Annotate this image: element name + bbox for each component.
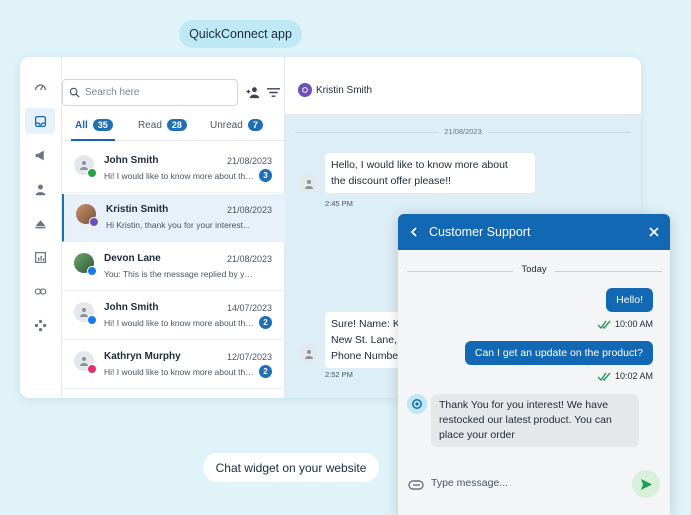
search-box [62, 79, 238, 106]
double-check-icon [597, 320, 611, 329]
message-status: 10:02 AM [597, 371, 653, 381]
instagram-icon [87, 364, 97, 374]
whatsapp-icon [87, 168, 97, 178]
message-line: the discount offer please!! [331, 175, 452, 187]
message-time: 10:02 AM [614, 371, 653, 381]
conversation-row[interactable]: John Smith 21/08/2023 Hi! I would like t… [62, 145, 285, 193]
bot-avatar [407, 394, 427, 414]
tab-label: Read [138, 119, 162, 131]
message-snippet: You: This is the message replied by your… [104, 269, 254, 279]
avatar [74, 253, 97, 276]
filter-icon[interactable] [264, 84, 282, 100]
person-icon [304, 349, 313, 359]
megaphone-icon[interactable] [25, 142, 55, 168]
tab-count: 28 [166, 119, 187, 131]
message-snippet: Hi! I would like to know more about the … [104, 367, 254, 377]
conversation-row[interactable]: Kristin Smith 21/08/2023 Hi Kristin, tha… [62, 194, 285, 242]
active-tab-indicator [71, 139, 115, 141]
tab-label: Unread [210, 119, 243, 131]
tab-label: All [75, 119, 88, 131]
avatar [299, 174, 318, 193]
chat-widget: Customer Support Today Hello! 10:00 AM C… [398, 214, 670, 515]
viber-icon [89, 217, 99, 227]
send-icon [640, 478, 652, 490]
contact-icon[interactable] [25, 176, 55, 202]
conversation-date: 21/08/2023 [226, 156, 272, 166]
viber-icon [298, 83, 312, 97]
tab-count: 35 [92, 119, 113, 131]
facebook-icon [87, 315, 97, 325]
chat-header: Kristin Smith [285, 57, 641, 115]
message-snippet: Hi! I would like to know more about the … [104, 318, 254, 328]
message-time: 2:52 PM [325, 370, 353, 379]
tab-read[interactable]: Read 28 [138, 119, 187, 131]
nav-rail [20, 57, 62, 398]
incoming-message: Hello, I would like to know more about t… [325, 153, 535, 193]
person-icon [304, 179, 313, 189]
avatar [76, 204, 99, 227]
avatar [74, 155, 97, 178]
message-line: Hello, I would like to know more about [331, 159, 508, 171]
message-time: 10:00 AM [614, 319, 653, 329]
reports-icon[interactable] [25, 244, 55, 270]
tab-count: 7 [247, 119, 263, 131]
conversation-tabs: All 35 Read 28 Unread 7 [62, 117, 285, 141]
widget-header: Customer Support [398, 214, 670, 250]
avatar [299, 344, 318, 363]
search-input[interactable] [85, 87, 225, 98]
conversation-date: 12/07/2023 [226, 352, 272, 362]
unread-badge: 3 [259, 169, 272, 182]
add-contact-icon[interactable] [244, 84, 262, 100]
widget-label: Chat widget on your website [203, 453, 379, 482]
link-icon[interactable] [25, 278, 55, 304]
date-separator: Today [398, 264, 670, 278]
conversation-row[interactable]: Devon Lane 21/08/2023 You: This is the m… [62, 243, 285, 291]
message-snippet: Hi Kristin, thank you for your interest.… [106, 220, 251, 230]
bot-icon [412, 399, 422, 409]
message-time: 2:45 PM [325, 199, 353, 208]
contact-name: John Smith [104, 302, 159, 313]
contact-name: Devon Lane [104, 253, 161, 264]
widget-title: Customer Support [429, 225, 531, 239]
outgoing-message: Hello! [606, 288, 653, 312]
app-label: QuickConnect app [179, 20, 302, 48]
attachment-icon[interactable] [408, 479, 424, 491]
tab-unread[interactable]: Unread 7 [210, 119, 263, 131]
back-arrow-icon[interactable] [408, 225, 420, 239]
contact-name: Kristin Smith [106, 204, 169, 215]
chat-contact-name: Kristin Smith [316, 85, 373, 96]
incoming-message: Thank You for you interest! We have rest… [431, 394, 639, 447]
message-status: 10:00 AM [597, 319, 653, 329]
contact-name: Kathryn Murphy [104, 351, 181, 362]
inbox-icon[interactable] [25, 108, 55, 134]
search-icon [69, 87, 80, 98]
tab-all[interactable]: All 35 [75, 119, 113, 131]
avatar [74, 302, 97, 325]
message-snippet: Hi! I would like to know more about the … [104, 171, 254, 181]
close-icon[interactable] [648, 226, 660, 238]
conversation-date: 21/08/2023 [226, 205, 272, 215]
outgoing-message: Can I get an update on the product? [464, 341, 653, 365]
unread-badge: 2 [259, 365, 272, 378]
network-icon[interactable] [25, 312, 55, 338]
conversation-row[interactable]: Kathryn Murphy 12/07/2023 Hi! I would li… [62, 341, 285, 389]
conversation-row[interactable]: John Smith 14/07/2023 Hi! I would like t… [62, 292, 285, 340]
contact-name: John Smith [104, 155, 159, 166]
conversation-date: 21/08/2023 [226, 254, 272, 264]
double-check-icon [597, 372, 611, 381]
message-composer [398, 465, 670, 515]
conversation-list-panel: All 35 Read 28 Unread 7 John Smith 21/08… [62, 57, 285, 398]
dashboard-icon[interactable] [25, 74, 55, 100]
date-separator: 21/08/2023 [285, 127, 641, 137]
avatar [74, 351, 97, 374]
message-input[interactable] [431, 477, 621, 489]
date-label: 21/08/2023 [438, 127, 488, 136]
date-label: Today [513, 264, 555, 275]
unread-badge: 2 [259, 316, 272, 329]
facebook-icon [87, 266, 97, 276]
send-button[interactable] [632, 470, 660, 498]
ship-icon[interactable] [25, 210, 55, 236]
conversation-date: 14/07/2023 [226, 303, 272, 313]
